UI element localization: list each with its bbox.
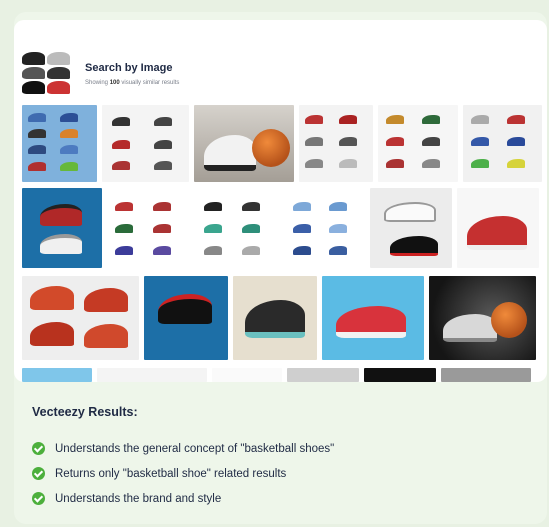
result-image[interactable] — [299, 105, 373, 182]
result-image[interactable] — [107, 188, 191, 268]
search-title: Search by Image — [85, 62, 173, 74]
results-list: Understands the general concept of "bask… — [32, 436, 334, 511]
result-image[interactable] — [378, 105, 458, 182]
result-image[interactable] — [364, 368, 436, 382]
result-image[interactable] — [22, 188, 102, 268]
list-item: Returns only "basketball shoe" related r… — [32, 461, 334, 486]
list-item: Understands the general concept of "bask… — [32, 436, 334, 461]
results-row — [22, 188, 539, 268]
result-image[interactable] — [22, 105, 97, 182]
search-subtitle: Showing 100 visually similar results — [85, 80, 180, 86]
result-image[interactable] — [287, 368, 359, 382]
list-item-text: Returns only "basketball shoe" related r… — [55, 467, 287, 480]
result-image[interactable] — [22, 368, 92, 382]
result-image[interactable] — [285, 188, 365, 268]
check-icon — [32, 442, 45, 455]
search-results-panel: Search by Image Showing 100 visually sim… — [14, 20, 547, 382]
result-image[interactable] — [322, 276, 424, 360]
result-image[interactable] — [441, 368, 531, 382]
check-icon — [32, 467, 45, 480]
results-row — [22, 105, 542, 182]
results-row — [22, 276, 536, 360]
check-icon — [32, 492, 45, 505]
list-item-text: Understands the brand and style — [55, 492, 222, 505]
list-item: Understands the brand and style — [32, 486, 334, 511]
comparison-card: Search by Image Showing 100 visually sim… — [14, 12, 547, 524]
query-image[interactable] — [22, 52, 70, 94]
results-heading: Vecteezy Results: — [32, 405, 138, 419]
result-image[interactable] — [429, 276, 536, 360]
result-image[interactable] — [144, 276, 228, 360]
result-image[interactable] — [370, 188, 452, 268]
result-image[interactable] — [194, 105, 294, 182]
result-image[interactable] — [212, 368, 282, 382]
result-image[interactable] — [457, 188, 539, 268]
result-image[interactable] — [97, 368, 207, 382]
list-item-text: Understands the general concept of "bask… — [55, 442, 335, 455]
results-row — [22, 368, 531, 382]
result-image[interactable] — [233, 276, 317, 360]
result-image[interactable] — [22, 276, 139, 360]
result-image[interactable] — [102, 105, 189, 182]
result-image[interactable] — [196, 188, 280, 268]
result-image[interactable] — [463, 105, 542, 182]
